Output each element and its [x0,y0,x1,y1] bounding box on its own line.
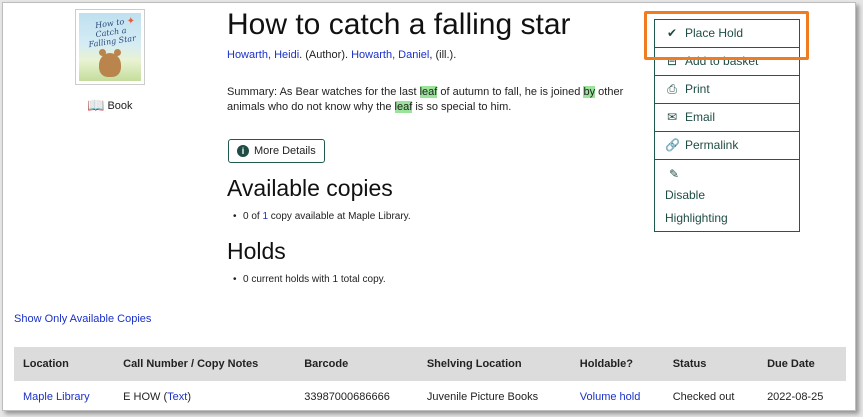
authors-line: Howarth, Heidi. (Author). Howarth, Danie… [227,49,456,61]
record-actions: ✔ Place Hold ⊟ Add to basket ⎙ Print ✉ E… [654,19,800,232]
highlighter-icon: ✎ [668,167,680,181]
call-number-close: ) [187,391,191,403]
column-header-location: Location [14,347,115,381]
search-highlight: leaf [419,86,438,98]
bear-illustration [99,49,121,77]
add-to-basket-button[interactable]: ⊟ Add to basket [655,48,799,76]
volume-hold-link[interactable]: Volume hold [580,391,641,403]
disable-highlighting-button[interactable]: ✎ Disable Highlighting [655,160,799,231]
summary: Summary: As Bear watches for the last le… [227,85,627,115]
column-header-barcode: Barcode [295,347,418,381]
holds-heading: Holds [227,238,286,264]
call-number-text: E HOW ( [123,391,168,403]
email-icon: ✉ [666,110,678,124]
more-details-button[interactable]: i More Details [228,139,325,163]
print-button[interactable]: ⎙ Print [655,76,799,104]
available-text: 0 of [243,211,263,222]
table-header-row: Location Call Number / Copy Notes Barcod… [14,347,846,381]
place-hold-label: Place Hold [685,26,744,40]
format-text: Book [107,99,133,112]
summary-text: of autumn to fall, he is joined [437,86,584,98]
cover-image[interactable]: ✦ How to Catch a Falling Star [75,9,145,85]
print-label: Print [685,82,710,96]
link-icon: 🔗 [665,138,680,152]
column-header-status: Status [663,347,759,381]
email-label: Email [685,110,716,124]
cover-art: ✦ How to Catch a Falling Star [79,13,141,81]
column-header-due-date: Due Date [758,347,846,381]
column-header-call-number: Call Number / Copy Notes [114,347,296,381]
info-icon: i [237,145,249,157]
disable-label: Disable [665,188,706,202]
email-button[interactable]: ✉ Email [655,104,799,132]
author-link-2[interactable]: Howarth, Daniel [351,49,429,61]
author-link-1[interactable]: Howarth, Heidi [227,49,299,61]
holdings-table: Location Call Number / Copy Notes Barcod… [14,347,846,410]
location-link[interactable]: Maple Library [23,391,90,403]
available-text: copy available at Maple Library. [268,211,411,222]
permalink-button[interactable]: 🔗 Permalink [655,132,799,160]
summary-text: Summary: As Bear watches for the last [227,86,420,98]
search-highlight: leaf [394,101,413,113]
cell-holdable: Volume hold [571,381,664,410]
cell-shelving-location: Juvenile Picture Books [426,391,539,403]
table-row: Maple Library E HOW (Text) 3398700068666… [14,381,846,410]
format-label: 📖 Book [87,97,133,114]
place-hold-button[interactable]: ✔ Place Hold [655,20,799,48]
cell-call-number: E HOW (Text) [114,381,295,410]
add-to-basket-label: Add to basket [685,54,759,68]
author-role-1: . (Author). [299,49,352,61]
search-highlight: by [583,86,596,98]
show-available-copies-link[interactable]: Show Only Available Copies [14,313,151,325]
cover-title: How to Catch a Falling Star [88,17,137,50]
cell-due-date: 2022-08-25 [767,391,824,403]
call-number-text-link[interactable]: Text [167,391,187,403]
basket-icon: ⊟ [666,54,678,68]
column-header-shelving-location: Shelving Location [417,347,571,381]
record-title: How to catch a falling star [227,8,571,41]
holds-item: 0 current holds with 1 total copy. [233,274,386,285]
available-copies-item: 0 of 1 copy available at Maple Library. [233,211,411,222]
book-icon: 📖 [87,97,105,113]
permalink-label: Permalink [685,138,739,152]
checkmark-icon: ✔ [666,26,678,40]
available-copies-heading: Available copies [227,175,393,201]
column-header-holdable: Holdable? [570,347,664,381]
cell-barcode: 33987000686666 [304,391,390,403]
summary-text: is so special to him. [412,101,512,113]
cell-location: Maple Library [14,381,114,410]
record-page: ✦ How to Catch a Falling Star 📖 Book How… [2,2,856,411]
print-icon: ⎙ [667,82,677,96]
more-details-label: More Details [254,145,316,157]
cell-status: Checked out [672,391,735,403]
highlighting-label: Highlighting [665,211,728,225]
author-role-2: , (ill.). [429,49,457,61]
